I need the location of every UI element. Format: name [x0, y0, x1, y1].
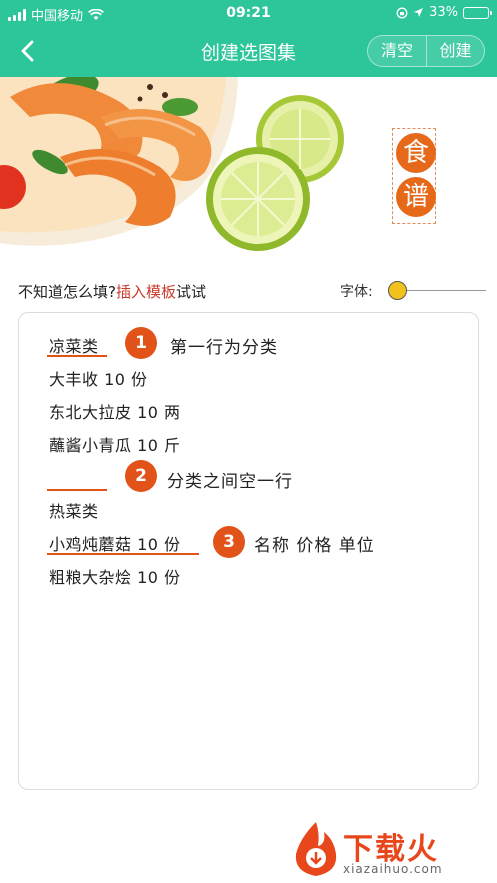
hint-suffix: 试试 — [175, 283, 206, 301]
orientation-lock-icon — [396, 7, 408, 18]
battery-percent: 33% — [429, 5, 458, 20]
nav-button-group: 清空 创建 — [367, 35, 485, 67]
seal-char-2: 谱 — [396, 177, 436, 217]
watermark: 下载火 xiazaihuo.com — [290, 818, 490, 880]
annotation-underline — [47, 355, 107, 357]
clear-button[interactable]: 清空 — [368, 36, 426, 66]
top-bar: 中国移动 09:21 33% 创建选图集 清空 创建 — [0, 0, 497, 77]
watermark-url: xiazaihuo.com — [343, 862, 443, 876]
annotation-underline — [47, 489, 107, 491]
hint-prefix: 不知道怎么填? — [18, 283, 116, 301]
editor-line: 粗粮大杂烩 10 份 — [49, 568, 181, 587]
editor-line: 小鸡炖蘑菇 10 份 — [49, 535, 181, 554]
seal-char-1: 食 — [396, 133, 436, 173]
status-right: 33% — [396, 5, 492, 20]
flame-logo-icon — [295, 822, 337, 876]
annotation-text: 第一行为分类 — [170, 338, 278, 358]
editor-line: 凉菜类 — [49, 337, 99, 356]
template-hint: 不知道怎么填?插入模板试试 — [18, 281, 206, 302]
font-size-slider-thumb[interactable] — [387, 281, 407, 300]
font-size-label: 字体: — [340, 284, 373, 300]
insert-template-link[interactable]: 插入模板 — [116, 283, 176, 301]
editor-line: 东北大拉皮 10 两 — [49, 403, 181, 422]
battery-icon — [463, 6, 492, 19]
editor-line: 热菜类 — [49, 502, 99, 521]
editor-line: 大丰收 10 份 — [49, 370, 148, 389]
recipe-editor[interactable]: 凉菜类 大丰收 10 份 东北大拉皮 10 两 蘸酱小青瓜 10 斤 热菜类 小… — [18, 312, 479, 790]
annotation-text: 分类之间空一行 — [167, 472, 293, 492]
annotation-badge: 3 — [213, 526, 245, 558]
editor-line: 蘸酱小青瓜 10 斤 — [49, 436, 181, 455]
annotation-text: 名称 价格 单位 — [254, 536, 375, 556]
location-icon — [414, 8, 424, 17]
recipe-seal: 食 谱 — [392, 128, 436, 224]
create-button[interactable]: 创建 — [426, 36, 484, 66]
nav-bar: 创建选图集 清空 创建 — [0, 26, 497, 77]
annotation-badge: 2 — [125, 460, 157, 492]
status-bar: 中国移动 09:21 33% — [0, 0, 497, 26]
annotation-underline — [47, 553, 199, 555]
annotation-badge: 1 — [125, 327, 157, 359]
